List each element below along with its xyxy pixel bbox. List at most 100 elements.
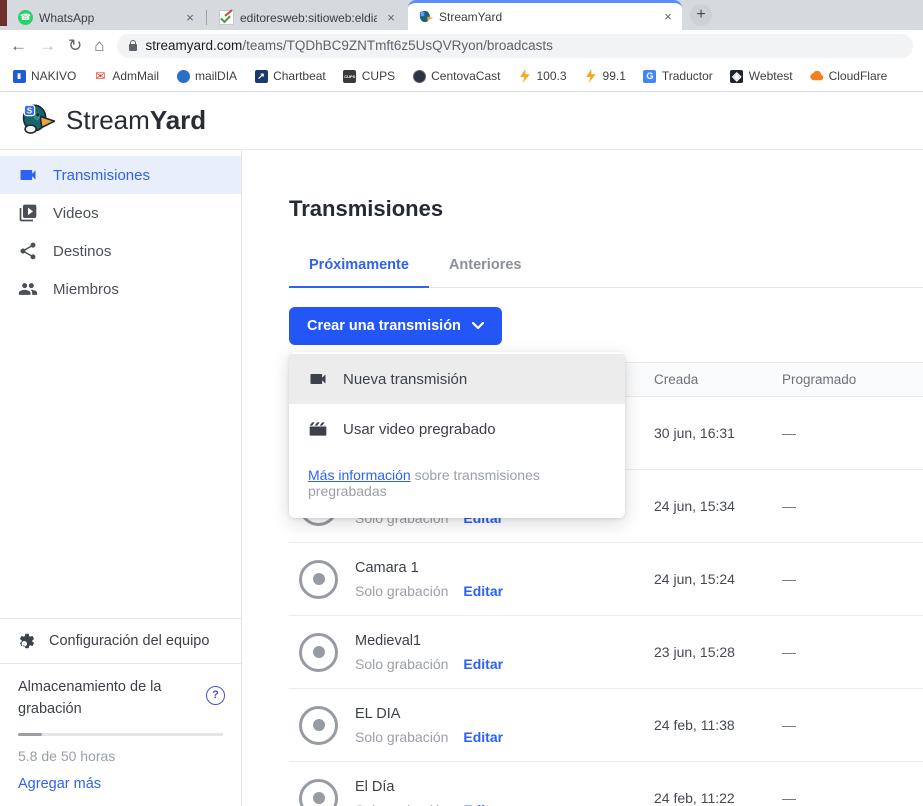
padlock-icon	[129, 44, 137, 51]
tab-title: editoresweb:sitioweb:eldia.co	[240, 11, 377, 25]
sidebar-footer: Configuración del equipo Almacenamiento …	[0, 618, 241, 806]
lightning-icon	[517, 69, 531, 83]
bookmark-cloudflare[interactable]: CloudFlare	[810, 69, 888, 83]
chart-arrow-icon: ↗	[254, 69, 268, 83]
videocam-icon	[18, 165, 38, 185]
storage-section: Almacenamiento de lagrabación ? 5.8 de 5…	[0, 663, 241, 806]
broadcast-type: Solo grabación	[355, 583, 448, 599]
record-icon	[299, 633, 338, 672]
tab-separator	[206, 10, 207, 25]
edit-link[interactable]: Editar	[463, 802, 503, 806]
svg-text:S: S	[27, 106, 32, 115]
home-icon[interactable]: ⌂	[94, 37, 104, 54]
scheduled-date: —	[782, 498, 923, 514]
created-date: 24 feb, 11:22	[654, 790, 782, 806]
close-icon[interactable]: ×	[660, 9, 676, 24]
tab-editoresweb[interactable]: editoresweb:sitioweb:eldia.co ×	[209, 5, 405, 30]
bookmark-99-1[interactable]: 99.1	[584, 69, 626, 83]
table-row[interactable]: Medieval1 Solo grabación Editar 23 jun, 1…	[289, 616, 923, 689]
people-icon	[18, 279, 38, 299]
url-path: /teams/TQDhBC9ZNTmft6z5UsQVRyon/broadcas…	[242, 38, 553, 53]
clapperboard-icon	[308, 419, 328, 439]
editor-page-icon	[219, 10, 234, 25]
col-creada: Creada	[654, 372, 782, 387]
url-text[interactable]: streamyard.com/teams/TQDhBC9ZNTmft6z5UsQ…	[146, 38, 553, 53]
record-icon	[299, 779, 338, 806]
mail-icon: ✉	[93, 69, 107, 83]
broadcast-name: Camara 1	[355, 560, 503, 576]
app-logo-text: StreamYard	[66, 105, 206, 136]
scheduled-date: —	[782, 790, 923, 806]
cloud-icon	[810, 69, 824, 83]
scheduled-date: —	[782, 571, 923, 587]
back-icon[interactable]: ←	[10, 37, 27, 54]
bookmark-cups[interactable]: CUPSCUPS	[343, 69, 395, 83]
bookmark-nakivo[interactable]: ▮NAKIVO	[12, 69, 76, 83]
create-broadcast-dropdown: Nueva transmisión Usar video pregrabado …	[289, 352, 625, 518]
bookmarks-bar: ▮NAKIVO ✉AdmMail mailDIA ↗Chartbeat CUPS…	[0, 61, 923, 92]
menu-item-nueva-transmision[interactable]: Nueva transmisión	[289, 354, 625, 404]
tab-proximamente[interactable]: Próximamente	[289, 257, 429, 288]
content-tabs: Próximamente Anteriores	[289, 257, 923, 288]
scheduled-date: —	[782, 644, 923, 660]
broadcast-type: Solo grabación	[355, 656, 448, 672]
sidebar-item-miembros[interactable]: Miembros	[0, 270, 241, 308]
edit-link[interactable]: Editar	[463, 729, 503, 745]
sidebar-item-videos[interactable]: Videos	[0, 194, 241, 232]
tab-anteriores[interactable]: Anteriores	[429, 257, 542, 287]
table-row[interactable]: EL DIA Solo grabaciónEditar 24 feb, 11:3…	[289, 689, 923, 762]
navigation-bar: ← → ↻ ⌂ streamyard.com/teams/TQDhBC9ZNTm…	[0, 30, 923, 61]
lightning-icon	[584, 69, 598, 83]
add-more-link[interactable]: Agregar más	[18, 774, 223, 806]
bookmark-centovacast[interactable]: CentovaCast	[412, 69, 500, 83]
broadcast-name: Medieval1	[355, 633, 503, 649]
broadcast-name: El Día	[355, 779, 503, 795]
cups-icon: CUPS	[343, 69, 357, 83]
close-icon[interactable]: ×	[383, 10, 399, 25]
close-icon[interactable]: ×	[182, 10, 198, 25]
url-host: streamyard.com	[146, 38, 243, 53]
team-settings-button[interactable]: Configuración del equipo	[0, 618, 241, 663]
page-title: Transmisiones	[289, 196, 923, 222]
bird-icon	[176, 69, 190, 83]
bookmark-admmail[interactable]: ✉AdmMail	[93, 69, 159, 83]
storage-progress-bar	[18, 733, 223, 736]
edit-link[interactable]: Editar	[463, 583, 503, 599]
sidebar: Transmisiones Videos Destinos Miembros C…	[0, 150, 242, 806]
storage-progress-fill	[18, 733, 42, 736]
created-date: 24 jun, 15:24	[654, 571, 782, 587]
bookmark-chartbeat[interactable]: ↗Chartbeat	[254, 69, 326, 83]
tab-streamyard-active[interactable]: S StreamYard ×	[408, 0, 682, 30]
gear-icon	[18, 632, 36, 650]
tab-title: StreamYard	[439, 10, 654, 24]
menu-item-usar-video-pregrabado[interactable]: Usar video pregrabado	[289, 404, 625, 454]
new-tab-button[interactable]: +	[690, 4, 712, 26]
tab-whatsapp[interactable]: ☎ WhatsApp ×	[8, 5, 204, 30]
create-broadcast-button[interactable]: Crear una transmisión	[289, 307, 502, 345]
whatsapp-icon: ☎	[18, 10, 33, 25]
edit-link[interactable]: Editar	[463, 656, 503, 672]
reload-icon[interactable]: ↻	[68, 37, 82, 54]
bookmark-100-3[interactable]: 100.3	[517, 69, 566, 83]
broadcast-type: Solo grabación	[355, 729, 448, 745]
created-date: 23 jun, 15:28	[654, 644, 782, 660]
sidebar-item-transmisiones[interactable]: Transmisiones	[0, 156, 241, 194]
svg-text:S: S	[421, 12, 424, 17]
bookmark-maildia[interactable]: mailDIA	[176, 69, 237, 83]
share-icon	[18, 241, 38, 261]
table-row[interactable]: El Día Solo grabaciónEditar 24 feb, 11:2…	[289, 762, 923, 806]
help-icon[interactable]: ?	[206, 686, 225, 705]
table-row[interactable]: Camara 1 Solo grabación Editar 24 jun, 15…	[289, 543, 923, 616]
more-info-link[interactable]: Más información	[308, 467, 411, 483]
bookmark-traductor[interactable]: GTraductor	[643, 69, 713, 83]
globe-icon	[412, 69, 426, 83]
browser-window: ☎ WhatsApp × editoresweb:sitioweb:eldia.…	[0, 0, 923, 806]
bookmark-webtest[interactable]: ◈Webtest	[730, 69, 793, 83]
videocam-icon	[308, 369, 328, 389]
scheduled-date: —	[782, 717, 923, 733]
video-library-icon	[18, 203, 38, 223]
forward-icon[interactable]: →	[39, 37, 56, 54]
broadcast-name: EL DIA	[355, 706, 503, 722]
address-bar[interactable]: streamyard.com/teams/TQDhBC9ZNTmft6z5UsQ…	[117, 34, 913, 58]
sidebar-item-destinos[interactable]: Destinos	[0, 232, 241, 270]
